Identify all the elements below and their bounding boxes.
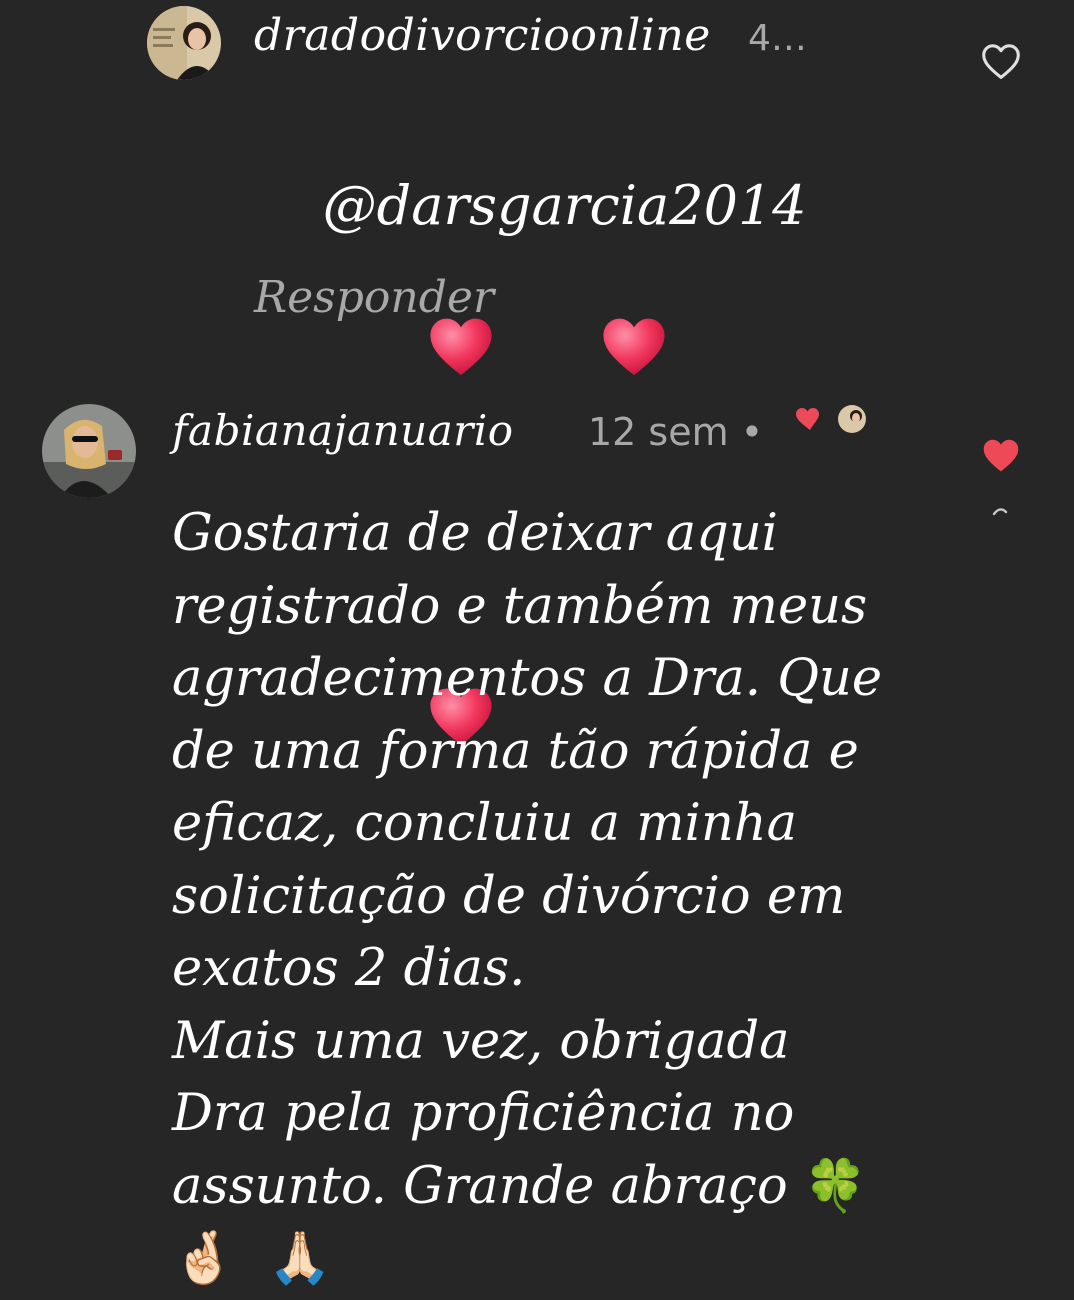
comment-text-line: registrado e também meus xyxy=(172,576,868,636)
comment-text-line: Dra pela proficiência no xyxy=(172,1084,795,1143)
comment-age-text: 12 sem xyxy=(588,410,729,454)
creator-heart-icon xyxy=(796,405,866,433)
mention-link[interactable]: @darsgarcia2014 xyxy=(323,174,807,237)
comment-text-line: de uma forma tão rápida e xyxy=(172,721,859,781)
comment-age: 4… xyxy=(748,18,807,59)
partial-glyph-icon xyxy=(992,508,1008,516)
avatar-dradodivorcioonline[interactable] xyxy=(147,6,221,80)
comment-text-line: exatos 2 dias. xyxy=(172,939,526,998)
comment-2: fabianajanuario 12 sem • Gostaria de dei… xyxy=(0,380,1074,1300)
comment-text-line: agradecimentos a Dra. Que xyxy=(172,649,883,708)
comment-text-line: eficaz, concluiu a minha xyxy=(172,794,798,853)
heart-filled-icon xyxy=(983,439,1019,472)
comment-username[interactable]: dradodivorcioonline xyxy=(254,10,711,61)
like-button[interactable] xyxy=(980,42,1022,80)
creator-liked-badge xyxy=(794,404,874,436)
four-leaf-clover-emoji: 🍀 xyxy=(787,1156,868,1216)
folded-hands-emoji: 🙏🏻 xyxy=(267,1229,332,1288)
like-count-partial xyxy=(990,504,1010,524)
comment-text-line: assunto. Grande abraço 🍀 xyxy=(172,1156,868,1216)
comment-text-line: Mais uma vez, obrigada xyxy=(172,1011,790,1071)
like-button[interactable] xyxy=(980,436,1022,474)
profile-photo-icon xyxy=(42,404,136,498)
heart-outline-icon xyxy=(982,44,1020,79)
avatar-fabianajanuario[interactable] xyxy=(42,404,136,498)
comment-text: Gostaria de deixar aqui registrado e tamb… xyxy=(172,498,962,1296)
comment-emoji-line: 🤞🏻 🙏🏻 xyxy=(172,1223,962,1296)
comment-text-line: Gostaria de deixar aqui xyxy=(172,504,778,563)
comment-1: dradodivorcioonline 4… @darsgarcia2014 R… xyxy=(0,0,1074,746)
crossed-fingers-emoji: 🤞🏻 xyxy=(172,1229,268,1288)
profile-photo-icon xyxy=(147,6,221,80)
comment-username[interactable]: fabianajanuario xyxy=(172,406,514,455)
comment-age: 12 sem • xyxy=(588,410,763,454)
meta-separator: • xyxy=(740,410,764,454)
comment-text-line: solicitação de divórcio em xyxy=(172,866,846,926)
reply-button[interactable]: Responder xyxy=(254,272,494,323)
